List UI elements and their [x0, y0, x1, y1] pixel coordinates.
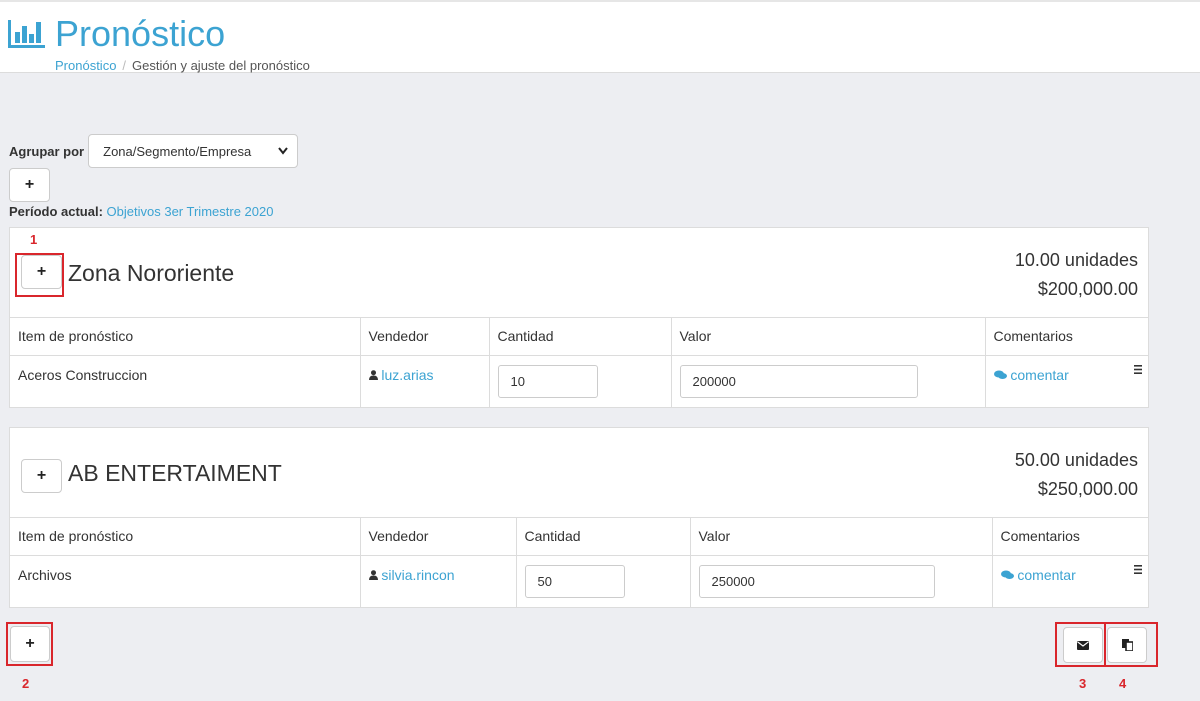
quantity-cell: 10	[489, 355, 672, 407]
comment-link[interactable]: comentar	[1010, 367, 1068, 383]
group-amount: $250,000.00	[1037, 479, 1138, 499]
highlight-box-3	[1055, 622, 1106, 667]
page-title-text: Pronóstico	[55, 13, 226, 54]
table-header-row: Item de pronóstico Vendedor Cantidad Val…	[10, 518, 1148, 556]
group-by-value: Zona/Segmento/Empresa	[103, 143, 252, 159]
user-icon	[368, 369, 378, 380]
seller-cell: luz.arias	[360, 355, 490, 407]
highlight-box-4	[1104, 622, 1158, 667]
group-header: + AB ENTERTAIMENT 50.00 unidades $250,00…	[10, 428, 1148, 518]
breadcrumb: Pronóstico / Gestión y ajuste del pronósti…	[55, 58, 310, 73]
column-header: Cantidad	[489, 318, 672, 356]
bar-chart-icon	[8, 20, 45, 48]
value-cell: 250000	[690, 555, 993, 607]
group-name: AB ENTERTAIMENT	[68, 460, 282, 486]
group-totals: 10.00 unidades $200,000.00	[1015, 246, 1138, 304]
page-title: Pronóstico	[8, 14, 225, 54]
forecast-table: Item de pronóstico Vendedor Cantidad Val…	[10, 518, 1148, 607]
annotation-number: 3	[1079, 676, 1087, 691]
group-by-row: Agrupar por Zona/Segmento/Empresa	[9, 134, 299, 168]
breadcrumb-separator: /	[122, 58, 127, 73]
annotation-number: 1	[30, 232, 38, 247]
quantity-input[interactable]: 50	[524, 564, 625, 598]
forecast-table: Item de pronóstico Vendedor Cantidad Val…	[10, 318, 1148, 407]
breadcrumb-link[interactable]: Pronóstico	[55, 58, 116, 73]
chevron-down-icon	[278, 147, 288, 155]
column-header: Valor	[690, 518, 993, 556]
value-input[interactable]: 200000	[679, 364, 918, 398]
highlight-box-2	[6, 622, 53, 666]
table-row: Aceros Construccion luz.arias 10 200000 …	[10, 355, 1148, 407]
plus-icon: +	[24, 176, 35, 193]
page-header: Pronóstico Pronóstico / Gestión y ajuste d…	[0, 0, 1200, 73]
period-label: Período actual:	[9, 204, 103, 219]
period-link[interactable]: Objetivos 3er Trimestre 2020	[107, 204, 274, 219]
row-menu-icon[interactable]	[1134, 564, 1142, 574]
column-header: Item de pronóstico	[10, 318, 361, 356]
group-amount: $200,000.00	[1037, 279, 1138, 299]
current-period: Período actual: Objetivos 3er Trimestre …	[9, 204, 273, 219]
item-cell: Aceros Construccion	[10, 355, 361, 407]
user-icon	[368, 569, 378, 580]
value-input[interactable]: 250000	[698, 564, 935, 598]
column-header: Item de pronóstico	[10, 518, 361, 556]
highlight-box-1	[15, 253, 64, 297]
group-units: 10.00 unidades	[1014, 250, 1138, 270]
row-menu-icon[interactable]	[1134, 364, 1142, 374]
table-header-row: Item de pronóstico Vendedor Cantidad Val…	[10, 318, 1148, 356]
forecast-group-panel: + Zona Nororiente 10.00 unidades $200,00…	[9, 227, 1149, 408]
annotation-number: 2	[22, 676, 30, 691]
item-cell: Archivos	[10, 555, 361, 607]
expand-group-button[interactable]: +	[21, 459, 62, 493]
plus-icon: +	[36, 467, 47, 484]
seller-link[interactable]: luz.arias	[381, 367, 433, 383]
group-units: 50.00 unidades	[1014, 450, 1138, 470]
column-header: Cantidad	[516, 518, 691, 556]
column-header: Vendedor	[360, 318, 490, 356]
seller-cell: silvia.rincon	[360, 555, 517, 607]
quantity-input[interactable]: 10	[497, 364, 598, 398]
value-cell: 200000	[671, 355, 986, 407]
comment-cell: comentar	[985, 355, 1148, 407]
group-by-select[interactable]: Zona/Segmento/Empresa	[88, 134, 299, 168]
group-header: + Zona Nororiente 10.00 unidades $200,00…	[10, 228, 1148, 318]
table-row: Archivos silvia.rincon 50 250000 comenta…	[10, 555, 1148, 607]
forecast-group-panel: + AB ENTERTAIMENT 50.00 unidades $250,00…	[9, 427, 1149, 608]
seller-link[interactable]: silvia.rincon	[381, 567, 454, 583]
column-header: Vendedor	[360, 518, 517, 556]
annotation-number: 4	[1119, 676, 1127, 691]
group-totals: 50.00 unidades $250,000.00	[1015, 446, 1138, 504]
comment-cell: comentar	[992, 555, 1148, 607]
column-header: Comentarios	[985, 318, 1148, 356]
add-filter-button[interactable]: +	[9, 168, 50, 202]
column-header: Comentarios	[992, 518, 1148, 556]
comment-link[interactable]: comentar	[1017, 567, 1075, 583]
comments-icon	[1000, 570, 1014, 579]
group-by-label: Agrupar por	[9, 143, 85, 159]
column-header: Valor	[671, 318, 986, 356]
quantity-cell: 50	[516, 555, 691, 607]
group-name: Zona Nororiente	[68, 260, 235, 286]
breadcrumb-current: Gestión y ajuste del pronóstico	[132, 58, 310, 73]
comments-icon	[993, 370, 1007, 379]
